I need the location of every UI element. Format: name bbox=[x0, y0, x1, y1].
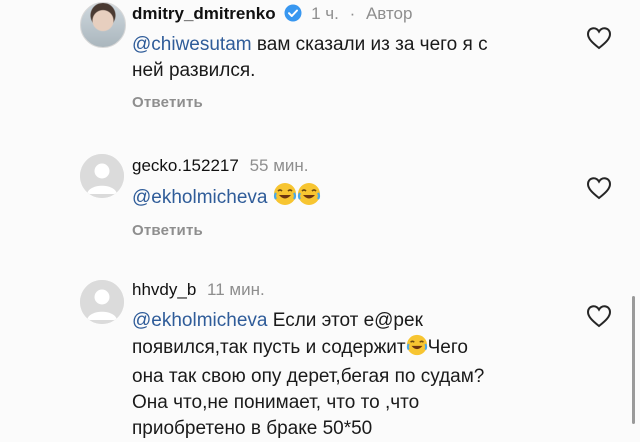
author-label: Автор bbox=[365, 4, 413, 23]
comment-text-line: Она что,не понимает, что то ,что bbox=[132, 392, 420, 413]
avatar[interactable] bbox=[80, 154, 124, 198]
comment-text-line: ней развился. bbox=[132, 60, 256, 81]
comment-text-part: Если этот е@рек bbox=[267, 310, 423, 331]
comment-header: dmitry_dmitrenko 1 ч. · Автор bbox=[132, 4, 412, 27]
username[interactable]: dmitry_dmitrenko bbox=[132, 4, 276, 23]
comment-text-part: вам сказали из за чего я с bbox=[251, 34, 488, 55]
separator: · bbox=[349, 4, 356, 23]
comment-item: hhvdy_b 11 мин. @ekholmicheva Если этот … bbox=[0, 276, 640, 439]
comment-text-part: появился,так пусть и содержит bbox=[132, 337, 406, 358]
heart-icon[interactable] bbox=[586, 304, 612, 328]
username[interactable]: gecko.152217 bbox=[132, 156, 239, 175]
comment-item: gecko.152217 55 мин. @ekholmicheva Ответ… bbox=[0, 150, 640, 260]
comment-text-line: она так свою опу дерет,бегая по судам? bbox=[132, 366, 485, 387]
comment-item: dmitry_dmitrenko 1 ч. · Автор @chiwesuta… bbox=[0, 0, 640, 130]
avatar[interactable] bbox=[80, 2, 126, 48]
comment-text: @chiwesutam вам сказали из за чего я с н… bbox=[132, 32, 488, 84]
comment-header: hhvdy_b 11 мин. bbox=[132, 280, 265, 300]
comment-text: @ekholmicheva bbox=[132, 182, 321, 214]
comment-text-part: Чего bbox=[427, 337, 468, 358]
laughing-emoji-icon bbox=[406, 334, 428, 364]
reply-button[interactable]: Ответить bbox=[132, 222, 203, 239]
comment-text: @ekholmicheva Если этот е@рек появился,т… bbox=[132, 308, 484, 442]
verified-badge-icon bbox=[284, 4, 302, 27]
heart-icon[interactable] bbox=[586, 176, 612, 200]
laughing-emoji-icon bbox=[297, 182, 321, 214]
timestamp: 1 ч. bbox=[311, 4, 339, 23]
mention-link[interactable]: @ekholmicheva bbox=[132, 187, 267, 208]
comment-text-line: приобретено в браке 50*50 bbox=[132, 418, 373, 439]
reply-button[interactable]: Ответить bbox=[132, 94, 203, 111]
mention-link[interactable]: @chiwesutam bbox=[132, 34, 252, 55]
timestamp: 11 мин. bbox=[207, 280, 265, 299]
comment-header: gecko.152217 55 мин. bbox=[132, 156, 309, 176]
default-avatar-icon bbox=[80, 154, 124, 198]
username[interactable]: hhvdy_b bbox=[132, 280, 196, 299]
default-avatar-icon bbox=[80, 280, 124, 324]
heart-icon[interactable] bbox=[586, 26, 612, 50]
mention-link[interactable]: @ekholmicheva bbox=[132, 310, 267, 331]
avatar[interactable] bbox=[80, 280, 124, 324]
scrollbar[interactable] bbox=[632, 296, 635, 424]
timestamp: 55 мин. bbox=[249, 156, 309, 175]
laughing-emoji-icon bbox=[273, 182, 297, 214]
